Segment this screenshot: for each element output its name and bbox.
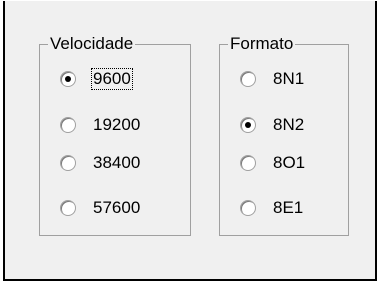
- format-option-8e1[interactable]: 8E1: [240, 196, 305, 220]
- format-option-label-8o1[interactable]: 8O1: [271, 152, 307, 174]
- dialog-panel: Velocidade 9600 19200 38400 57600 Format…: [3, 1, 377, 281]
- speed-option-19200[interactable]: 19200: [60, 113, 142, 137]
- speed-groupbox: Velocidade 9600 19200 38400 57600: [39, 34, 191, 236]
- format-option-8o1[interactable]: 8O1: [240, 151, 307, 175]
- speed-option-57600[interactable]: 57600: [60, 196, 142, 220]
- speed-option-9600[interactable]: 9600: [60, 67, 133, 91]
- format-option-label-8n2[interactable]: 8N2: [271, 114, 306, 136]
- radio-button-19200[interactable]: [60, 117, 76, 133]
- radio-button-8e1[interactable]: [240, 200, 256, 216]
- speed-option-label-57600[interactable]: 57600: [91, 197, 142, 219]
- speed-option-label-19200[interactable]: 19200: [91, 114, 142, 136]
- format-option-label-8n1[interactable]: 8N1: [271, 68, 306, 90]
- radio-button-8n1[interactable]: [240, 71, 256, 87]
- radio-button-8n2[interactable]: [240, 117, 256, 133]
- radio-button-9600[interactable]: [60, 71, 76, 87]
- radio-button-57600[interactable]: [60, 200, 76, 216]
- format-groupbox-title: Formato: [228, 34, 296, 54]
- format-option-8n1[interactable]: 8N1: [240, 67, 306, 91]
- format-option-label-8e1[interactable]: 8E1: [271, 197, 305, 219]
- format-option-8n2[interactable]: 8N2: [240, 113, 306, 137]
- speed-option-38400[interactable]: 38400: [60, 151, 142, 175]
- speed-groupbox-title: Velocidade: [48, 34, 136, 54]
- speed-option-label-9600[interactable]: 9600: [91, 68, 133, 90]
- radio-button-38400[interactable]: [60, 155, 76, 171]
- radio-button-8o1[interactable]: [240, 155, 256, 171]
- format-groupbox: Formato 8N1 8N2 8O1 8E1: [219, 34, 349, 236]
- speed-option-label-38400[interactable]: 38400: [91, 152, 142, 174]
